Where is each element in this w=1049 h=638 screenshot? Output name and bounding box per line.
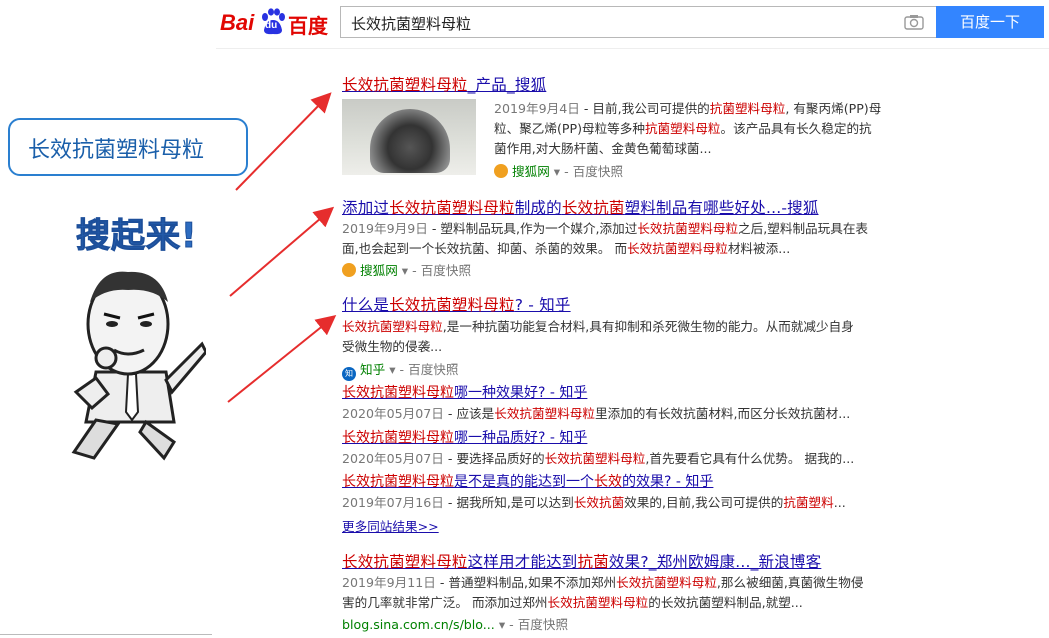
result-1-title[interactable]: 长效抗菌塑料母粒_产品_搜狐 bbox=[342, 73, 546, 95]
result-2-title[interactable]: 添加过长效抗菌塑料母粒制成的长效抗菌塑料制品有哪些好处...-搜狐 bbox=[342, 196, 819, 218]
result-1-source[interactable]: 搜狐网 ▾ - 百度快照 bbox=[494, 161, 623, 180]
arrow-1 bbox=[235, 92, 332, 191]
bottom-divider bbox=[0, 634, 212, 635]
result-3-source[interactable]: 知 知乎 ▾ - 百度快照 bbox=[342, 359, 458, 381]
sub-result-2-title[interactable]: 长效抗菌塑料母粒哪一种品质好? - 知乎 bbox=[342, 427, 587, 447]
result-1-snippet: 2019年9月4日 - 目前,我公司可提供的抗菌塑料母粒, 有聚丙烯(PP)母 … bbox=[494, 101, 882, 156]
result-1-snapshot[interactable]: 百度快照 bbox=[573, 164, 623, 179]
result-4-snapshot[interactable]: 百度快照 bbox=[518, 617, 568, 632]
sub-result-1-title[interactable]: 长效抗菌塑料母粒哪一种效果好? - 知乎 bbox=[342, 382, 587, 402]
result-2-source[interactable]: 搜狐网 ▾ - 百度快照 bbox=[342, 260, 471, 279]
result-3-title[interactable]: 什么是长效抗菌塑料母粒? - 知乎 bbox=[342, 293, 571, 315]
dropdown-arrow-icon[interactable]: ▾ - bbox=[550, 164, 573, 179]
zhihu-icon: 知 bbox=[342, 367, 356, 381]
sub-result-3-snippet: 2019年07月16日 - 据我所知,是可以达到长效抗菌效果的,目前,我公司可提… bbox=[342, 495, 846, 510]
sub-result-3-title[interactable]: 长效抗菌塑料母粒是不是真的能达到一个长效的效果? - 知乎 bbox=[342, 471, 713, 491]
result-3-snapshot[interactable]: 百度快照 bbox=[408, 362, 458, 377]
result-3-snippet: 长效抗菌塑料母粒,是一种抗菌功能复合材料,具有抑制和杀死微生物的能力。从而就减少… bbox=[342, 319, 854, 354]
result-4-source[interactable]: blog.sina.com.cn/s/blo... ▾ - 百度快照 bbox=[342, 614, 568, 633]
result-2-snippet: 2019年9月9日 - 塑料制品玩具,作为一个媒介,添加过长效抗菌塑料母粒之后,… bbox=[342, 221, 869, 256]
sub-result-1-snippet: 2020年05月07日 - 应该是长效抗菌塑料母粒里添加的有长效抗菌材料,而区分… bbox=[342, 406, 851, 421]
dropdown-arrow-icon[interactable]: ▾ - bbox=[495, 617, 518, 632]
result-4-snippet: 2019年9月11日 - 普通塑料制品,如果不添加郑州长效抗菌塑料母粒,那么被细… bbox=[342, 575, 864, 610]
dropdown-arrow-icon[interactable]: ▾ - bbox=[385, 362, 408, 377]
result-4-title[interactable]: 长效抗菌塑料母粒这样用才能达到抗菌效果?_郑州欧姆康..._新浪博客 bbox=[342, 550, 821, 572]
sub-result-2-snippet: 2020年05月07日 - 要选择品质好的长效抗菌塑料母粒,首先要看它具有什么优… bbox=[342, 451, 855, 466]
result-1-thumbnail[interactable] bbox=[342, 99, 476, 175]
sohu-icon bbox=[494, 164, 508, 178]
arrow-2 bbox=[229, 206, 335, 297]
dropdown-arrow-icon[interactable]: ▾ - bbox=[398, 263, 421, 278]
sohu-icon bbox=[342, 263, 356, 277]
more-results-link[interactable]: 更多同站结果>> bbox=[342, 516, 439, 535]
result-2-snapshot[interactable]: 百度快照 bbox=[421, 263, 471, 278]
arrow-3 bbox=[227, 314, 337, 403]
